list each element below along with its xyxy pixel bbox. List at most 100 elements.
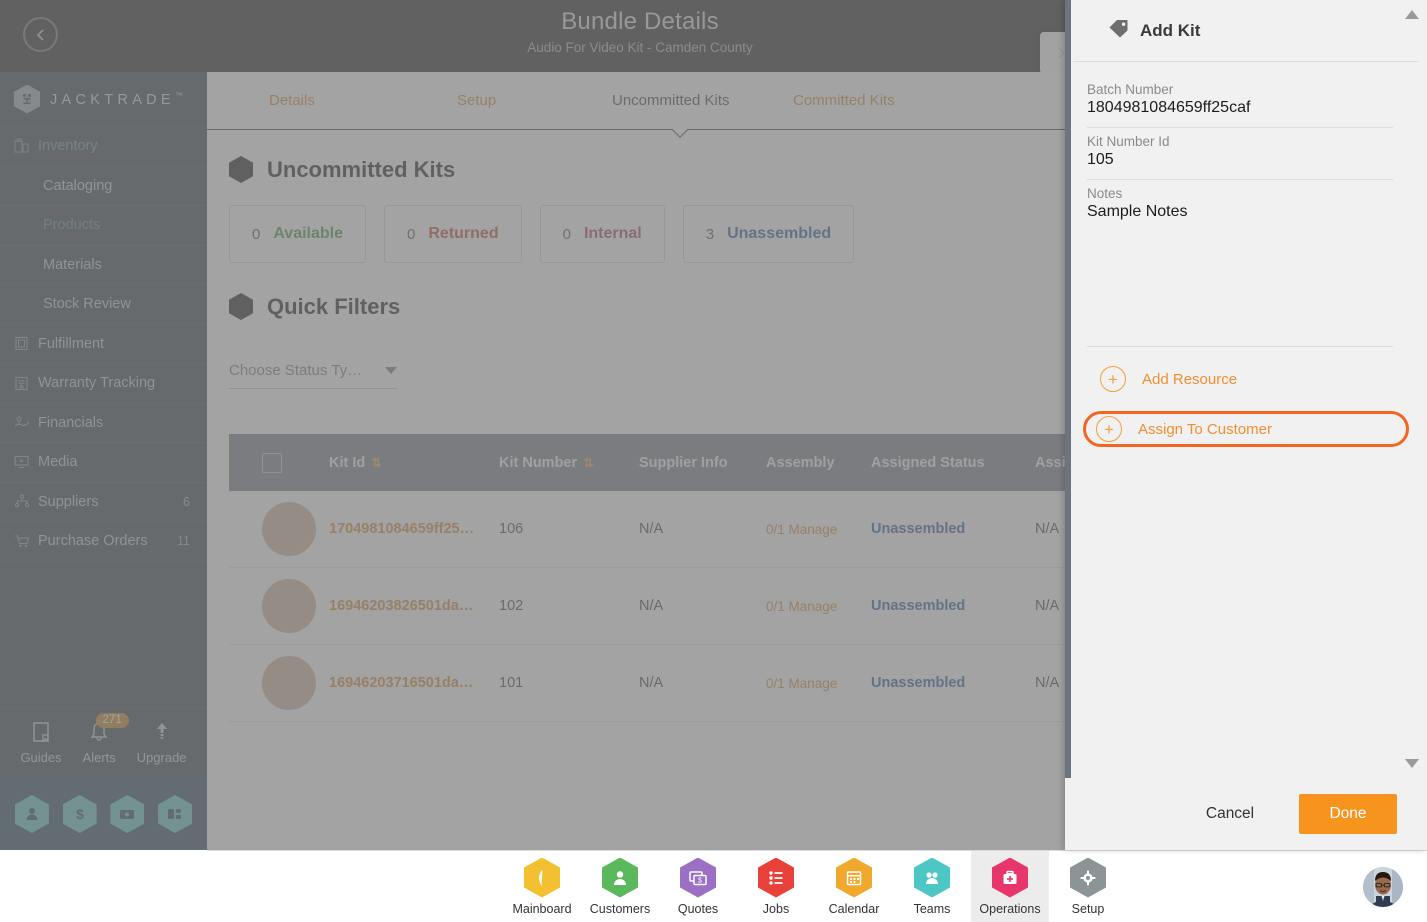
- workflow-icon[interactable]: [158, 795, 193, 833]
- sidebar-item-label: Fulfillment: [38, 335, 105, 352]
- sidebar-item-label: Stock Review: [43, 296, 131, 313]
- tab-details[interactable]: Details: [269, 92, 315, 109]
- upgrade-button[interactable]: Upgrade: [137, 721, 187, 765]
- dollar-icon[interactable]: $: [62, 795, 97, 833]
- panel-divider: [1087, 346, 1393, 347]
- status-card-unassembled[interactable]: 3 Unassembled: [682, 205, 855, 263]
- cell-assigned-status[interactable]: Unassembled: [871, 521, 1035, 537]
- panel-header: Add Kit: [1073, 0, 1419, 62]
- bottom-nav-teams[interactable]: Teams: [893, 851, 971, 922]
- tab-committed-kits[interactable]: Committed Kits: [793, 92, 895, 109]
- person-icon[interactable]: [14, 795, 49, 833]
- alerts-button[interactable]: 271 Alerts: [83, 713, 129, 765]
- scroll-up-arrow-icon[interactable]: [1405, 10, 1419, 19]
- sidebar-item-inventory[interactable]: Inventory: [0, 127, 207, 167]
- column-kit-number[interactable]: Kit Number ⇅: [499, 455, 639, 471]
- cell-kit-id[interactable]: 16946203716501da…: [329, 675, 499, 691]
- sidebar-item-financials[interactable]: Financials: [0, 404, 207, 443]
- row-avatar-cell: [229, 656, 329, 710]
- hex-bullet-icon: [229, 156, 253, 183]
- teams-icon: [914, 857, 950, 898]
- sidebar-item-stock-review[interactable]: Stock Review: [0, 285, 207, 325]
- field-label: Batch Number: [1087, 82, 1174, 97]
- tab-setup[interactable]: Setup: [457, 92, 496, 109]
- field-notes: Notes Sample Notes: [1087, 180, 1393, 231]
- sidebar-item-products[interactable]: Products: [0, 206, 207, 246]
- cell-kit-number: 101: [499, 675, 524, 691]
- cell-assembly[interactable]: 0/1 Manage: [766, 676, 871, 691]
- sidebar-item-fulfillment[interactable]: Fulfillment: [0, 325, 207, 364]
- assign-to-customer-button[interactable]: + Assign To Customer: [1083, 411, 1409, 447]
- avatar: [262, 502, 316, 556]
- sidebar-item-label: Financials: [38, 414, 104, 431]
- cell-kit-id[interactable]: 1704981084659ff25…: [329, 521, 499, 537]
- status-card-available[interactable]: 0 Available: [229, 205, 367, 263]
- operations-icon: [992, 857, 1028, 898]
- field-value[interactable]: 105: [1087, 151, 1393, 169]
- field-label: Kit Number Id: [1087, 134, 1170, 149]
- cell-assigned-status[interactable]: Unassembled: [871, 675, 1035, 691]
- guides-button[interactable]: Guides: [20, 721, 62, 765]
- bottom-nav-calendar[interactable]: Calendar: [815, 851, 893, 922]
- cell-assembly[interactable]: 0/1 Manage: [766, 522, 871, 537]
- quick-filters-title: Quick Filters: [267, 293, 401, 319]
- warranty-icon: [14, 376, 38, 391]
- page-title: Bundle Details: [561, 8, 719, 35]
- sort-icon[interactable]: ⇅: [583, 456, 594, 470]
- payment-icon[interactable]: [110, 795, 145, 833]
- status-counters: 0 Available 0 Returned 0 Internal 3 Unas…: [207, 183, 1070, 263]
- status-type-select[interactable]: Choose Status Ty…: [229, 362, 397, 389]
- tab-uncommitted-kits[interactable]: Uncommitted Kits: [612, 92, 730, 109]
- status-card-internal[interactable]: 0 Internal: [539, 205, 665, 263]
- upgrade-arrow-icon: [152, 721, 172, 746]
- bottom-nav-customers[interactable]: Customers: [581, 851, 659, 922]
- sidebar: JACKTRADE™ Inventory Cataloging Products…: [0, 72, 207, 850]
- bottom-nav-jobs[interactable]: Jobs: [737, 851, 815, 922]
- sidebar-item-purchase-orders[interactable]: Purchase Orders 11: [0, 522, 207, 562]
- sidebar-item-label: Inventory: [38, 138, 98, 155]
- main-content: Details Setup Uncommitted Kits Committed…: [207, 72, 1229, 850]
- back-button[interactable]: [23, 17, 58, 52]
- field-value[interactable]: 1804981084659ff25caf: [1087, 99, 1393, 117]
- bottom-nav-operations[interactable]: Operations: [971, 850, 1049, 922]
- status-label: Available: [273, 225, 344, 242]
- app-header: Bundle Details Audio For Video Kit - Cam…: [0, 0, 1070, 72]
- column-kit-id[interactable]: Kit Id ⇅: [329, 455, 499, 471]
- brand-logo[interactable]: JACKTRADE™: [0, 72, 207, 127]
- cell-assembly[interactable]: 0/1 Manage: [766, 599, 871, 614]
- sidebar-item-label: Purchase Orders: [38, 533, 148, 550]
- cancel-button[interactable]: Cancel: [1181, 794, 1279, 834]
- sidebar-item-count: 6: [183, 494, 190, 509]
- status-count: 3: [705, 225, 715, 243]
- bottom-nav-quotes[interactable]: $ Quotes: [659, 851, 737, 922]
- sort-icon[interactable]: ⇅: [371, 456, 382, 470]
- mainboard-icon: [524, 857, 560, 898]
- scroll-down-arrow-icon[interactable]: [1405, 759, 1419, 768]
- sidebar-item-suppliers[interactable]: Suppliers 6: [0, 483, 207, 522]
- sidebar-item-warranty-tracking[interactable]: Warranty Tracking: [0, 364, 207, 404]
- bottom-nav-label: Teams: [913, 901, 951, 916]
- bottom-nav-mainboard[interactable]: Mainboard: [503, 851, 581, 922]
- status-card-returned[interactable]: 0 Returned: [384, 205, 522, 263]
- column-supplier-info: Supplier Info: [639, 454, 728, 471]
- sidebar-item-materials[interactable]: Materials: [0, 246, 207, 285]
- panel-left-scroll-strip[interactable]: [1065, 0, 1071, 850]
- field-batch-number: Batch Number 1804981084659ff25caf: [1087, 76, 1393, 128]
- user-avatar[interactable]: [1363, 867, 1403, 907]
- active-tab-caret: [671, 129, 689, 138]
- customers-icon: [602, 857, 638, 898]
- bottom-nav-items: Mainboard Customers $ Quotes Jobs Calend…: [503, 850, 1127, 922]
- alerts-badge: 271: [95, 713, 129, 728]
- sidebar-item-media[interactable]: Media: [0, 443, 207, 483]
- add-resource-button[interactable]: + Add Resource: [1087, 361, 1405, 397]
- cell-assigned-status[interactable]: Unassembled: [871, 598, 1035, 614]
- done-button[interactable]: Done: [1299, 794, 1397, 834]
- cell-kit-id[interactable]: 16946203826501da…: [329, 598, 499, 614]
- select-all-checkbox[interactable]: [262, 452, 282, 473]
- sidebar-item-cataloging[interactable]: Cataloging: [0, 167, 207, 206]
- sidebar-item-label: Warranty Tracking: [38, 375, 156, 392]
- sidebar-item-label: Suppliers: [38, 493, 99, 510]
- brand-name: JACKTRADE™: [50, 90, 183, 108]
- bottom-nav-setup[interactable]: Setup: [1049, 851, 1127, 922]
- field-value[interactable]: Sample Notes: [1087, 203, 1393, 221]
